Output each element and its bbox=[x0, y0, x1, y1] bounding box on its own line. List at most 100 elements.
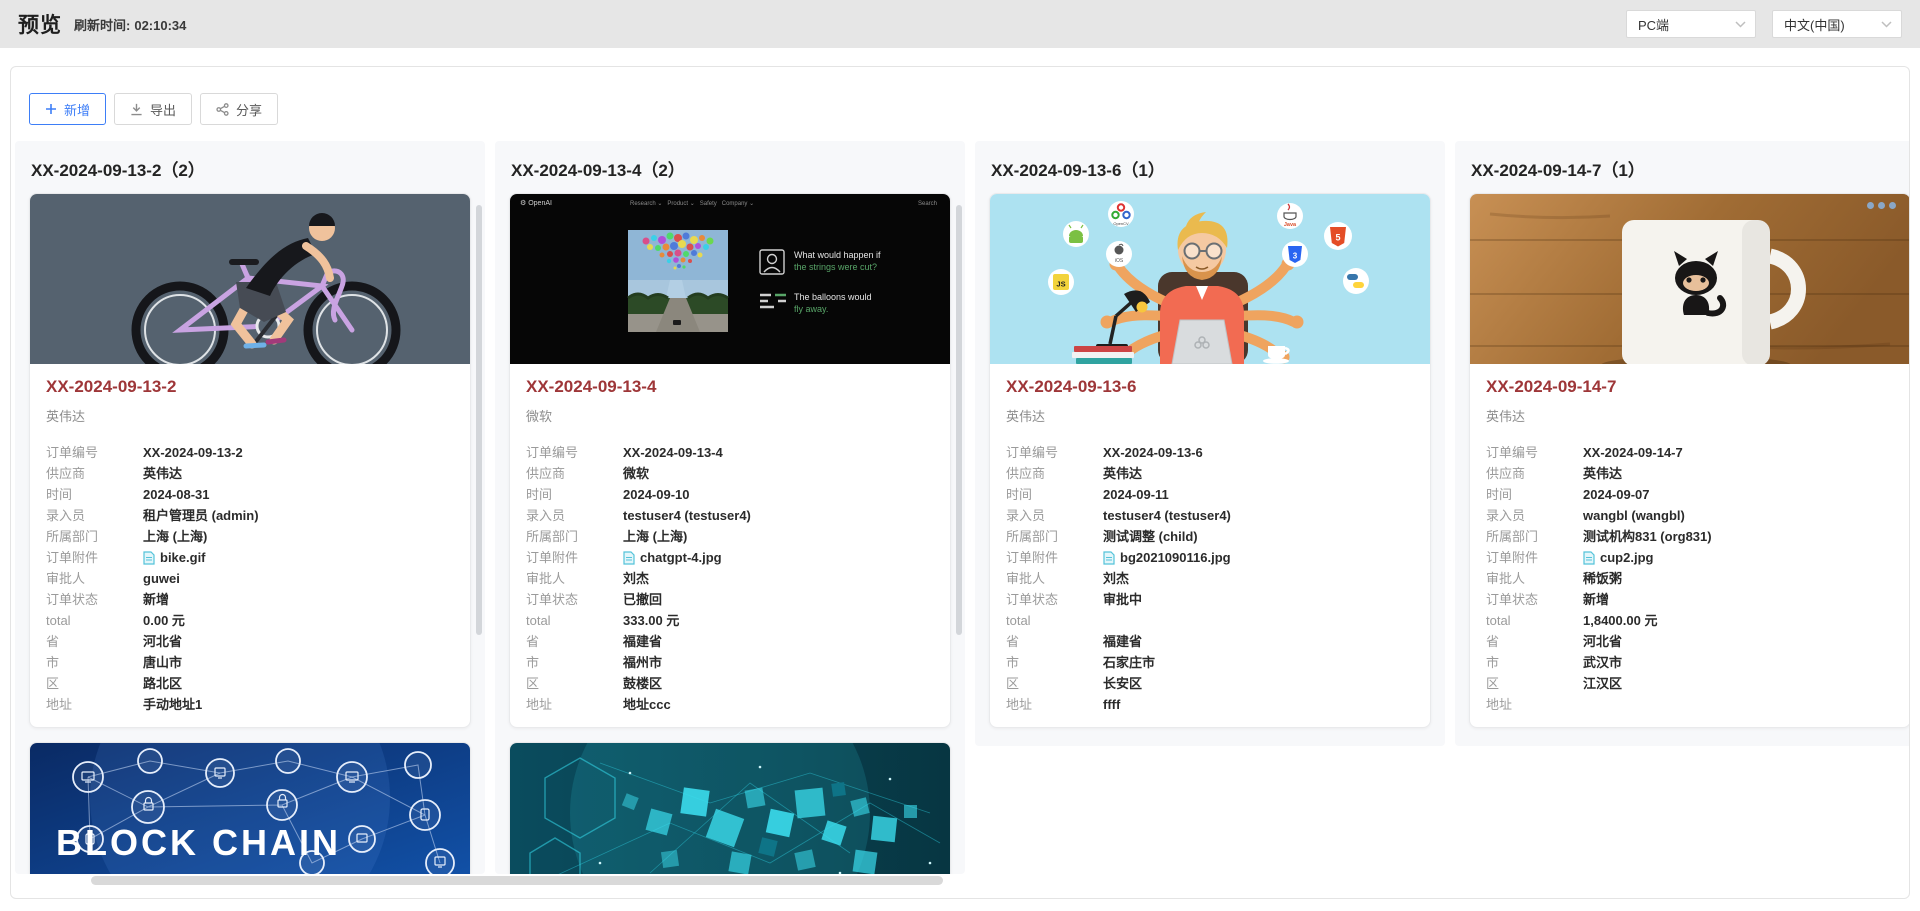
field-label: 订单状态 bbox=[526, 589, 623, 610]
order-card[interactable]: ⚙ OpenAI Research ⌄ Product ⌄ Safety Com… bbox=[509, 193, 951, 728]
field-row: 审批人刘杰 bbox=[526, 568, 934, 589]
order-card[interactable]: XX-2024-09-13-2 英伟达 订单编号XX-2024-09-13-2 … bbox=[29, 193, 471, 728]
add-button-label: 新增 bbox=[64, 100, 90, 119]
language-select[interactable]: 中文(中国) bbox=[1772, 10, 1902, 38]
share-button[interactable]: 分享 bbox=[200, 93, 278, 125]
field-row: 供应商微软 bbox=[526, 463, 934, 484]
attachment-link[interactable]: cup2.jpg bbox=[1583, 547, 1653, 568]
card-body: XX-2024-09-14-7 英伟达 订单编号XX-2024-09-14-7 … bbox=[1470, 364, 1910, 727]
field-row: 所属部门测试调整 (child) bbox=[1006, 526, 1414, 547]
field-row: 地址地址ccc bbox=[526, 694, 934, 715]
field-row: 时间2024-09-11 bbox=[1006, 484, 1414, 505]
page-title: 预览 bbox=[18, 9, 62, 39]
field-value: 审批中 bbox=[1103, 589, 1142, 610]
field-label: 订单附件 bbox=[1486, 547, 1583, 568]
column-scrollbar[interactable] bbox=[956, 205, 962, 635]
field-label: 时间 bbox=[46, 484, 143, 505]
github-mug-photo bbox=[1470, 194, 1910, 364]
share-icon bbox=[216, 103, 229, 116]
field-row: 供应商英伟达 bbox=[46, 463, 454, 484]
board-column-1: XX-2024-09-13-2（2） bbox=[15, 141, 485, 874]
field-label: 市 bbox=[1006, 652, 1103, 673]
field-list: 订单编号XX-2024-09-13-4 供应商微软 时间2024-09-10 录… bbox=[526, 442, 934, 715]
field-row: 市唐山市 bbox=[46, 652, 454, 673]
order-card[interactable]: XX-2024-09-14-7 英伟达 订单编号XX-2024-09-14-7 … bbox=[1469, 193, 1910, 728]
field-list: 订单编号XX-2024-09-13-2 供应商英伟达 时间2024-08-31 … bbox=[46, 442, 454, 715]
kanban-board: XX-2024-09-13-2（2） bbox=[15, 141, 1910, 874]
field-value: 英伟达 bbox=[1583, 463, 1622, 484]
field-label: 省 bbox=[46, 631, 143, 652]
field-label: 录入员 bbox=[1486, 505, 1583, 526]
field-row: 订单状态新增 bbox=[46, 589, 454, 610]
card-title: XX-2024-09-14-7 bbox=[1486, 377, 1894, 397]
field-row: 所属部门上海 (上海) bbox=[526, 526, 934, 547]
field-label: 地址 bbox=[46, 694, 143, 715]
column-title: XX-2024-09-13-6（1） bbox=[989, 141, 1431, 193]
field-row: total0.00 元 bbox=[46, 610, 454, 631]
blockchain-banner: BLOCK CHAIN bbox=[30, 743, 470, 874]
svg-text:JS: JS bbox=[1056, 280, 1065, 289]
field-row: 地址 bbox=[1486, 694, 1894, 715]
svg-text:3: 3 bbox=[1293, 252, 1298, 261]
field-row: 市石家庄市 bbox=[1006, 652, 1414, 673]
field-row: 所属部门测试机构831 (org831) bbox=[1486, 526, 1894, 547]
file-icon bbox=[1583, 551, 1595, 565]
field-value: 新增 bbox=[143, 589, 169, 610]
field-value: 武汉市 bbox=[1583, 652, 1622, 673]
order-card-partial[interactable]: BLOCK CHAIN bbox=[29, 742, 471, 874]
field-value: 江汉区 bbox=[1583, 673, 1622, 694]
card-more-actions-icon[interactable] bbox=[1867, 202, 1896, 209]
order-card[interactable]: OpenCV iOS JS Java bbox=[989, 193, 1431, 728]
field-value: 手动地址1 bbox=[143, 694, 202, 715]
field-row: 订单状态新增 bbox=[1486, 589, 1894, 610]
field-value: 鼓楼区 bbox=[623, 673, 662, 694]
column-scrollbar[interactable] bbox=[476, 205, 482, 635]
field-value: wangbl (wangbl) bbox=[1583, 505, 1685, 526]
device-select[interactable]: PC端 bbox=[1626, 10, 1756, 38]
field-row: 订单编号XX-2024-09-13-6 bbox=[1006, 442, 1414, 463]
order-card-partial[interactable] bbox=[509, 742, 951, 874]
card-subtitle: 英伟达 bbox=[1486, 406, 1894, 425]
field-row: 市福州市 bbox=[526, 652, 934, 673]
svg-text:Java: Java bbox=[1284, 222, 1297, 228]
card-image-cubes bbox=[510, 743, 950, 874]
bike-illustration bbox=[30, 194, 470, 364]
field-row: 订单状态审批中 bbox=[1006, 589, 1414, 610]
field-row: 所属部门上海 (上海) bbox=[46, 526, 454, 547]
field-label: 区 bbox=[526, 673, 623, 694]
attachment-link[interactable]: bike.gif bbox=[143, 547, 206, 568]
field-row: 供应商英伟达 bbox=[1006, 463, 1414, 484]
svg-text:⚙ OpenAI: ⚙ OpenAI bbox=[520, 199, 552, 207]
field-label: 时间 bbox=[1486, 484, 1583, 505]
field-label: 审批人 bbox=[46, 568, 143, 589]
field-row: total333.00 元 bbox=[526, 610, 934, 631]
field-label: 地址 bbox=[1486, 694, 1583, 715]
field-row-attachment: 订单附件chatgpt-4.jpg bbox=[526, 547, 934, 568]
field-label: 订单附件 bbox=[46, 547, 143, 568]
multitasking-developer-illustration: OpenCV iOS JS Java bbox=[990, 194, 1430, 364]
export-button[interactable]: 导出 bbox=[114, 93, 192, 125]
chevron-down-icon bbox=[1881, 21, 1892, 28]
field-label: 地址 bbox=[1006, 694, 1103, 715]
field-label: total bbox=[1486, 610, 1583, 631]
field-label: total bbox=[526, 610, 623, 631]
field-row: 时间2024-09-10 bbox=[526, 484, 934, 505]
field-value: 租户管理员 (admin) bbox=[143, 505, 259, 526]
field-label: 订单编号 bbox=[1006, 442, 1103, 463]
field-value: 唐山市 bbox=[143, 652, 182, 673]
field-label: 供应商 bbox=[1006, 463, 1103, 484]
horizontal-scrollbar[interactable] bbox=[91, 876, 943, 885]
field-row: total bbox=[1006, 610, 1414, 631]
field-row: 区鼓楼区 bbox=[526, 673, 934, 694]
card-image-blockchain: BLOCK CHAIN bbox=[30, 743, 470, 874]
field-value: XX-2024-09-14-7 bbox=[1583, 442, 1683, 463]
attachment-link[interactable]: bg2021090116.jpg bbox=[1103, 547, 1231, 568]
field-label: 所属部门 bbox=[1486, 526, 1583, 547]
field-label: total bbox=[46, 610, 143, 631]
top-header: 预览 刷新时间:02:10:34 PC端 中文(中国) bbox=[0, 0, 1920, 48]
attachment-link[interactable]: chatgpt-4.jpg bbox=[623, 547, 722, 568]
refresh-value: 02:10:34 bbox=[134, 18, 186, 33]
field-value: 2024-09-11 bbox=[1103, 484, 1169, 505]
add-button[interactable]: 新增 bbox=[29, 93, 106, 125]
cyan-blockchain-cubes bbox=[510, 743, 950, 874]
